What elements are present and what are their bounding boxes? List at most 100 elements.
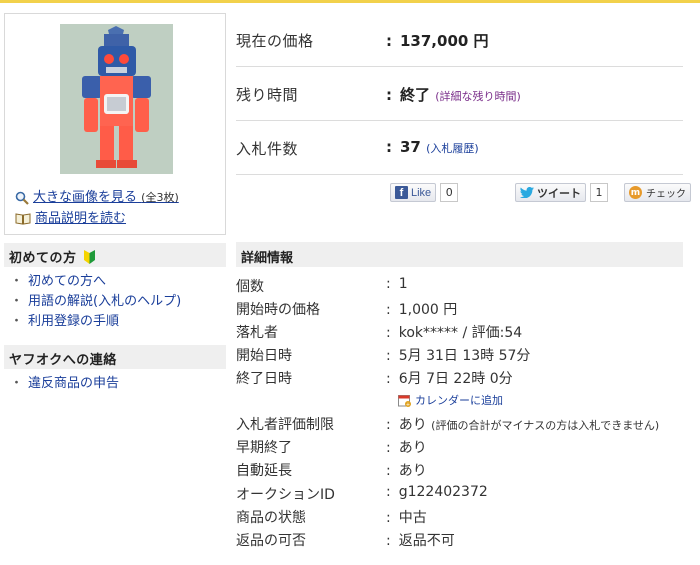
top-accent-bar — [0, 0, 700, 3]
detail-label: 終了日時 — [236, 371, 292, 387]
detail-row-quantity: 個数 :1 — [236, 276, 683, 298]
read-description-link[interactable]: 商品説明を読む — [15, 207, 126, 226]
detail-row-bidder-restriction: 入札者評価制限 : あり (評価の合計がマイナスの方は入札できません) — [236, 414, 683, 436]
detail-label: 落札者 — [236, 325, 278, 341]
tweet-button[interactable]: ツイート — [515, 183, 586, 202]
tweet-count: 1 — [590, 183, 608, 202]
calendar-icon: + — [398, 394, 411, 407]
detail-value: あり — [398, 417, 427, 433]
detail-label: 入札者評価制限 — [236, 417, 334, 433]
detail-row-auto-extend: 自動延長 : あり — [236, 460, 683, 482]
detail-row-start-price: 開始時の価格 :1,000 円 — [236, 299, 683, 321]
detail-value: 中古 — [398, 510, 427, 526]
current-price-label: 現在の価格 — [236, 32, 314, 50]
detail-row-end-date: 終了日時 :6月 7日 22時 0分 — [236, 368, 683, 390]
auction-id-value: g122402372 — [398, 484, 488, 500]
view-large-image-label[interactable]: 大きな画像を見る — [33, 190, 137, 205]
contact-section-heading: ヤフオクへの連絡 — [4, 345, 226, 369]
beginner-heading-text: 初めての方 — [9, 251, 77, 266]
detail-value: 6月 7日 22時 0分 — [398, 371, 513, 387]
current-price-value: 137,000 円 — [400, 32, 489, 50]
detail-row-returns: 返品の可否 : 返品不可 — [236, 530, 683, 552]
bid-count-value-wrap: :37 (入札履歴) — [386, 138, 479, 156]
tweet-widget: ツイート 1 — [515, 183, 608, 202]
detail-value-wrap: : あり (評価の合計がマイナスの方は入札できません) — [386, 417, 660, 433]
facebook-like-button[interactable]: f Like — [390, 183, 437, 202]
winner-value: kok***** / 評価:54 — [398, 325, 523, 341]
detail-row-condition: 商品の状態 : 中古 — [236, 507, 683, 529]
contact-heading-text: ヤフオクへの連絡 — [9, 353, 117, 368]
report-violation-link[interactable]: 違反商品の申告 — [28, 376, 119, 391]
read-description-label[interactable]: 商品説明を読む — [35, 211, 126, 226]
detail-label: 商品の状態 — [236, 510, 306, 526]
time-remaining-label: 残り時間 — [236, 86, 299, 104]
image-count: (全3枚) — [141, 191, 179, 204]
detail-value: 返品不可 — [398, 533, 455, 549]
detail-label: 開始時の価格 — [236, 302, 320, 318]
robot-toy-image — [60, 24, 173, 174]
current-price-value-wrap: :137,000 円 — [386, 32, 489, 50]
list-item: ・用語の解説(入札のヘルプ) — [10, 294, 182, 309]
detail-value-wrap: :6月 7日 22時 0分 — [386, 371, 513, 387]
detail-heading-text: 詳細情報 — [241, 251, 294, 266]
divider — [236, 120, 683, 121]
divider — [236, 66, 683, 67]
detail-value: 5月 31日 13時 57分 — [398, 348, 531, 364]
twitter-bird-icon — [520, 187, 534, 198]
bid-count-label: 入札件数 — [236, 140, 299, 158]
detail-value-wrap: :1,000 円 — [386, 302, 458, 318]
beginner-links-list: ・初めての方へ ・用語の解説(入札のヘルプ) ・利用登録の手順 — [10, 272, 181, 332]
detail-row-auction-id: オークションID : g122402372 — [236, 484, 683, 506]
detail-row-early-end: 早期終了 : あり — [236, 437, 683, 459]
beginner-mark-icon — [83, 250, 95, 264]
facebook-like-widget: f Like 0 — [390, 183, 459, 202]
detail-row-winner: 落札者 : kok***** / 評価:54 — [236, 322, 683, 344]
detail-value-wrap: : あり — [386, 440, 427, 456]
check-widget: m チェック — [624, 183, 691, 202]
list-item: ・違反商品の申告 — [10, 376, 120, 391]
bid-count-value: 37 — [400, 138, 421, 156]
detail-value: 1 — [398, 276, 408, 292]
detail-value-wrap: : g122402372 — [386, 484, 488, 500]
glossary-link[interactable]: 用語の解説(入札のヘルプ) — [28, 294, 181, 309]
registration-link[interactable]: 利用登録の手順 — [28, 314, 119, 329]
facebook-icon: f — [395, 186, 408, 199]
item-thumbnail[interactable] — [60, 24, 173, 174]
divider — [236, 174, 683, 175]
list-item: ・初めての方へ — [10, 274, 107, 289]
beginner-section-heading: 初めての方 — [4, 243, 226, 267]
detail-label: 開始日時 — [236, 348, 292, 364]
detail-label: 個数 — [236, 279, 264, 295]
detail-value-wrap: : あり — [386, 463, 427, 479]
detail-label: 早期終了 — [236, 440, 292, 456]
detail-value-wrap: : 中古 — [386, 510, 427, 526]
detail-label: 返品の可否 — [236, 533, 306, 549]
beginner-guide-link[interactable]: 初めての方へ — [28, 274, 106, 289]
contact-links-list: ・違反商品の申告 — [10, 374, 119, 394]
magnifier-icon — [15, 191, 29, 205]
bid-history-link[interactable]: (入札履歴) — [426, 142, 479, 155]
add-to-calendar-link[interactable]: + カレンダーに追加 — [398, 392, 503, 408]
restriction-note: (評価の合計がマイナスの方は入札できません) — [431, 419, 660, 432]
detail-value-wrap: : 返品不可 — [386, 533, 455, 549]
check-icon: m — [629, 186, 642, 199]
detail-label: オークションID — [236, 487, 335, 503]
detail-value: あり — [398, 463, 427, 479]
detail-value: あり — [398, 440, 427, 456]
detail-row-start-date: 開始日時 :5月 31日 13時 57分 — [236, 345, 683, 367]
detail-value-wrap: :1 — [386, 276, 408, 292]
check-button[interactable]: m チェック — [624, 183, 691, 202]
detail-label: 自動延長 — [236, 463, 292, 479]
detail-value-wrap: : kok***** / 評価:54 — [386, 325, 523, 341]
item-image-panel: 大きな画像を見る (全3枚) 商品説明を読む — [4, 13, 226, 235]
facebook-like-count: 0 — [440, 183, 459, 202]
detail-value: 1,000 円 — [398, 302, 458, 318]
book-icon — [15, 213, 31, 225]
time-remaining-value-wrap: : 終了 (詳細な残り時間) — [386, 86, 521, 104]
time-remaining-value: 終了 — [400, 86, 431, 104]
detail-value-wrap: :5月 31日 13時 57分 — [386, 348, 531, 364]
list-item: ・利用登録の手順 — [10, 314, 120, 329]
view-large-image-link[interactable]: 大きな画像を見る (全3枚) — [15, 186, 179, 205]
time-detail-link[interactable]: (詳細な残り時間) — [435, 90, 521, 103]
detail-section-heading: 詳細情報 — [236, 242, 683, 267]
